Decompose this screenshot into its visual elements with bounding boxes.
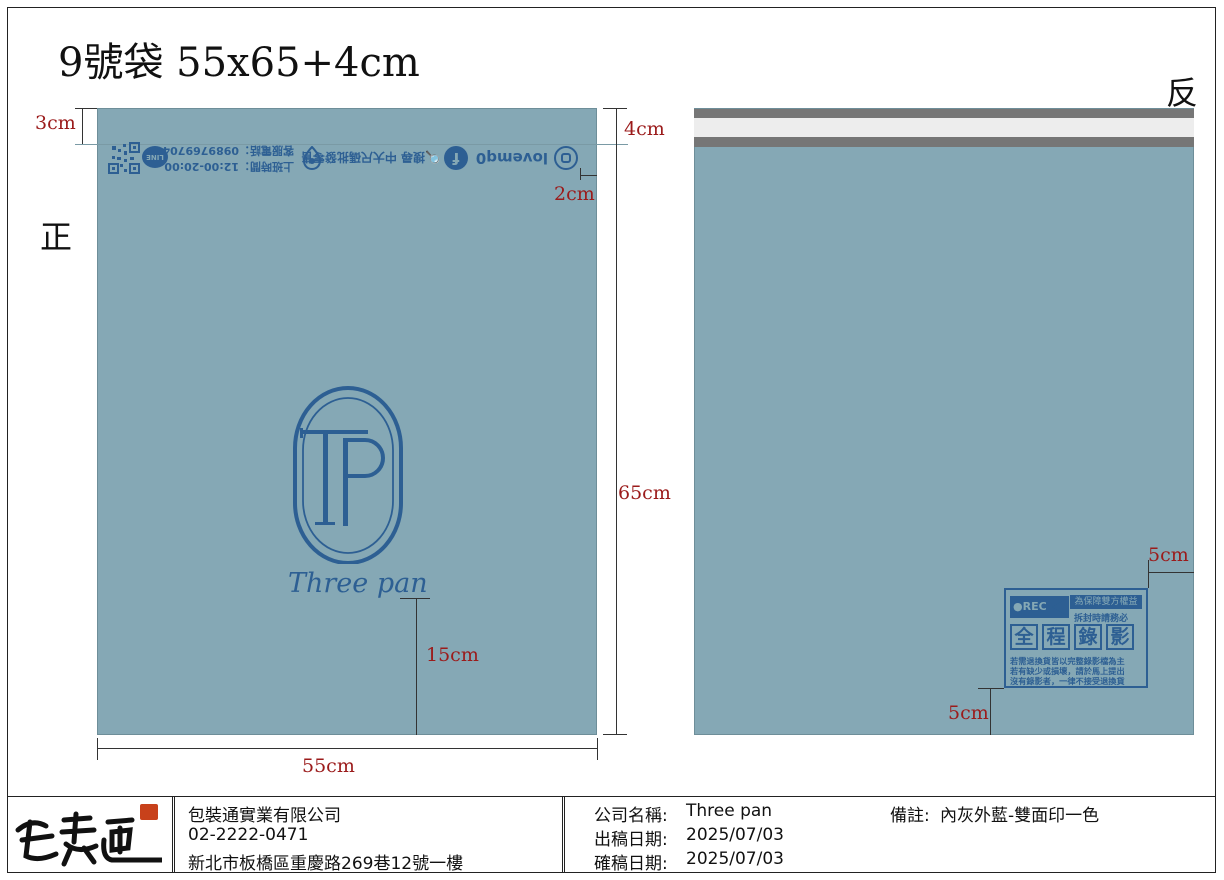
company-name: 包裝通實業有限公司 <box>188 806 341 826</box>
dim-tick-width-right <box>597 738 598 760</box>
rec-headline-char: 錄 <box>1074 624 1102 650</box>
dim-seal: 4cm <box>624 118 665 140</box>
rec-headline-char: 程 <box>1042 624 1070 650</box>
front-header-print: lovemq0 f 🔍搜尋 中大尺碼批發零售 上班時間：12:00-20:00 … <box>108 132 580 176</box>
dim-arrow-top-flap <box>82 108 83 144</box>
dim-top-flap: 3cm <box>35 112 76 134</box>
seal-strip-dark-bottom <box>694 137 1194 147</box>
rec-warning-label: ●REC 為保障雙方權益 拆封時請務必 全 程 錄 影 若需退換貨皆以完整錄影檔… <box>1004 588 1148 688</box>
dim-tick-right-margin <box>580 168 581 180</box>
instagram-handle: lovemq0 <box>475 149 548 167</box>
company-logo <box>12 800 165 870</box>
business-hours: 上班時間：12:00-20:00 <box>164 160 294 173</box>
confirm-date: 2025/07/03 <box>686 849 784 869</box>
rec-guard-text: 為保障雙方權益 <box>1070 595 1142 609</box>
instagram-icon <box>554 146 578 170</box>
dim-line-back-bottom <box>978 688 1004 689</box>
dim-arrow-width <box>97 748 597 749</box>
dim-arrow-back-right <box>1148 572 1194 573</box>
draft-date-label: 出稿日期: <box>594 830 668 850</box>
dim-back-right: 5cm <box>1148 544 1189 566</box>
facebook-icon: f <box>444 146 468 170</box>
company-phone: 02-2222-0471 <box>188 825 309 845</box>
seal-strip-dark-top <box>694 109 1194 118</box>
front-label: 正 <box>40 218 73 256</box>
draft-date: 2025/07/03 <box>686 825 784 845</box>
client-label: 公司名稱: <box>594 806 668 826</box>
logo-name: Three pan <box>288 568 428 599</box>
rec-body-line: 若需退換貨皆以完整錄影檔為主 <box>1010 656 1125 666</box>
bag-title: 9號袋 55x65+4cm <box>58 40 420 86</box>
seal-release-liner <box>694 118 1194 137</box>
dim-line-seal-top <box>603 108 627 109</box>
dim-arrow-back-bottom <box>990 688 991 735</box>
note-value: 內灰外藍-雙面印一色 <box>940 806 1100 826</box>
dim-line-logo <box>400 598 430 599</box>
rec-headline-char: 影 <box>1106 624 1134 650</box>
service-phone: 客服電話：0989769704 <box>162 144 294 157</box>
dim-back-bottom: 5cm <box>948 702 989 724</box>
location-icon <box>302 145 322 171</box>
client-value: Three pan <box>686 801 773 821</box>
title-block-divider <box>172 796 175 873</box>
dim-logo-bottom: 15cm <box>426 644 479 666</box>
rec-body-line: 若有缺少或損壞，請於馬上提出 <box>1010 666 1125 676</box>
tp-logo-mark <box>285 378 411 565</box>
dim-arrow-logo <box>416 598 417 735</box>
company-address: 新北市板橋區重慶路269巷12號一樓 <box>188 854 464 874</box>
dim-line-top-flap <box>75 108 97 109</box>
dim-width: 55cm <box>302 755 355 777</box>
rec-headline: 全 程 錄 影 <box>1010 624 1134 650</box>
dim-right-margin: 2cm <box>554 183 595 205</box>
dim-tick-width-left <box>97 738 98 760</box>
title-block-divider <box>562 796 565 873</box>
dim-arrow-right-margin <box>580 175 597 176</box>
rec-body-line: 沒有錄影者，一律不接受退換貨 <box>1010 676 1125 686</box>
note-label: 備註: <box>890 806 930 826</box>
rec-headline-char: 全 <box>1010 624 1038 650</box>
rec-note: 拆封時請務必 <box>1074 614 1129 624</box>
dim-line-height-bottom <box>603 734 627 735</box>
qr-code-icon <box>108 142 140 174</box>
dim-height: 65cm <box>618 482 671 504</box>
confirm-date-label: 確稿日期: <box>594 854 668 874</box>
line-icon: LINE <box>142 146 168 168</box>
dim-arrow-height <box>616 144 617 735</box>
dim-arrow-seal <box>616 108 617 144</box>
